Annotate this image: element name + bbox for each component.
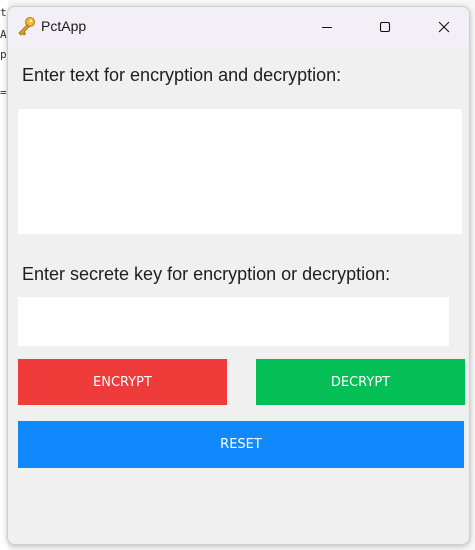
decrypt-button[interactable]: DECRYPT xyxy=(256,359,465,405)
maximize-icon xyxy=(379,21,391,33)
maximize-button[interactable] xyxy=(362,7,408,47)
text-input-label: Enter text for encryption and decryption… xyxy=(22,65,342,85)
app-window: PctApp Enter text for encryption and dec… xyxy=(7,6,470,545)
close-button[interactable] xyxy=(421,7,467,47)
text-input-area[interactable] xyxy=(18,109,462,234)
key-icon xyxy=(18,17,35,36)
encrypt-button[interactable]: ENCRYPT xyxy=(18,359,227,405)
close-icon xyxy=(438,21,450,33)
secret-key-label: Enter secrete key for encryption or decr… xyxy=(22,264,391,284)
minimize-icon xyxy=(322,27,332,28)
reset-button[interactable]: RESET xyxy=(18,421,464,468)
minimize-button[interactable] xyxy=(304,7,350,47)
title-bar[interactable]: PctApp xyxy=(8,7,469,47)
secret-key-input[interactable] xyxy=(18,297,449,346)
window-title: PctApp xyxy=(41,18,87,34)
